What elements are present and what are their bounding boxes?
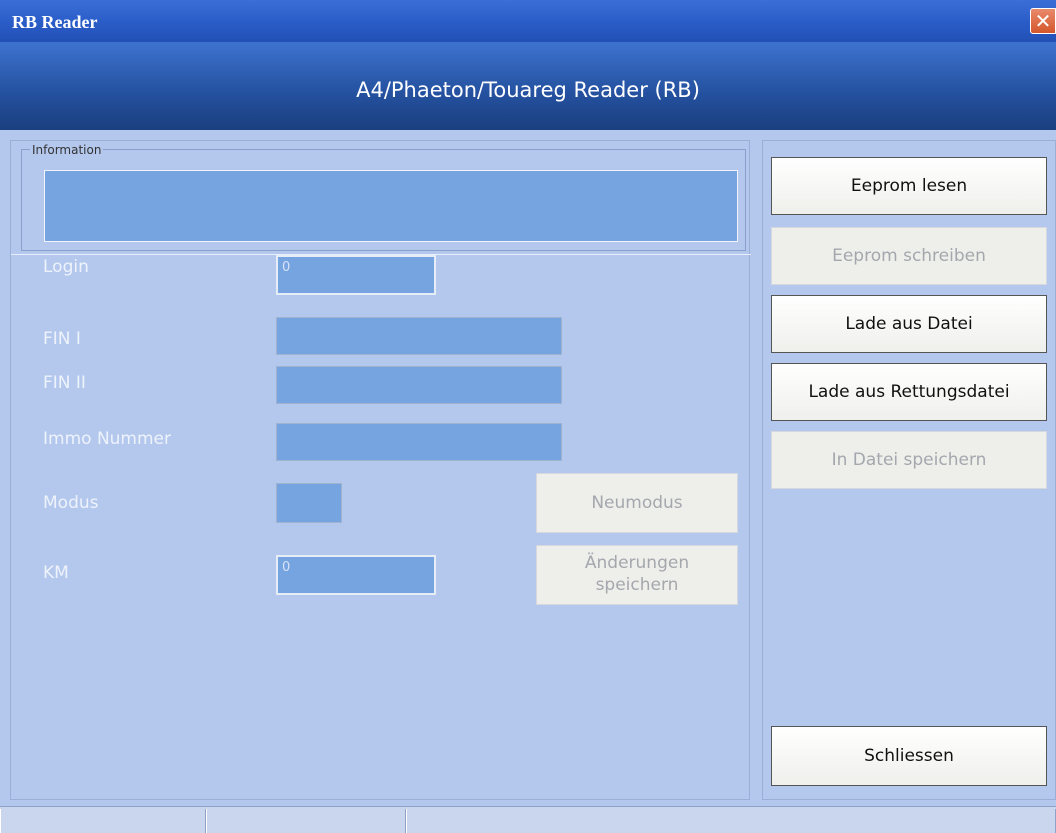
- fin2-field[interactable]: [276, 366, 562, 404]
- modus-field[interactable]: [276, 483, 342, 523]
- action-panel: Eeprom lesen Eeprom schreiben Lade aus D…: [762, 140, 1056, 800]
- close-icon: ✕: [1034, 9, 1052, 33]
- window-titlebar: RB Reader ✕: [0, 0, 1056, 43]
- main-panel: Information Login 0 FIN I FIN II Immo Nu…: [10, 140, 751, 800]
- close-window-button[interactable]: ✕: [1030, 8, 1056, 34]
- fin1-field[interactable]: [276, 317, 562, 355]
- page-title: A4/Phaeton/Touareg Reader (RB): [356, 78, 700, 102]
- neumodus-button[interactable]: Neumodus: [536, 473, 738, 533]
- status-segment-3: [406, 809, 1056, 833]
- status-segment-1: [0, 809, 206, 833]
- save-changes-label-line1: Änderungen: [584, 553, 690, 573]
- save-to-file-button[interactable]: In Datei speichern: [771, 431, 1047, 489]
- information-display: [44, 170, 738, 242]
- status-bar: [0, 806, 1056, 833]
- status-segment-2: [206, 809, 406, 833]
- km-field[interactable]: 0: [276, 555, 436, 595]
- load-rescue-file-button[interactable]: Lade aus Rettungsdatei: [771, 363, 1047, 421]
- fin1-label: FIN I: [43, 329, 81, 349]
- write-eeprom-button[interactable]: Eeprom schreiben: [771, 227, 1047, 285]
- immo-field[interactable]: [276, 423, 562, 461]
- window-title: RB Reader: [12, 12, 98, 32]
- modus-label: Modus: [43, 493, 99, 513]
- immo-label: Immo Nummer: [43, 429, 171, 449]
- save-changes-label-line2: speichern: [595, 575, 679, 595]
- save-changes-button[interactable]: Änderungen speichern: [536, 545, 738, 605]
- login-label: Login: [43, 257, 89, 277]
- read-eeprom-button[interactable]: Eeprom lesen: [771, 157, 1047, 215]
- header-banner: A4/Phaeton/Touareg Reader (RB): [0, 42, 1056, 130]
- fin2-label: FIN II: [43, 373, 86, 393]
- login-field[interactable]: 0: [276, 255, 436, 295]
- information-group: Information: [21, 143, 746, 251]
- load-file-button[interactable]: Lade aus Datei: [771, 295, 1047, 353]
- km-label: KM: [43, 563, 69, 583]
- close-button[interactable]: Schliessen: [771, 726, 1047, 786]
- information-legend: Information: [30, 143, 104, 157]
